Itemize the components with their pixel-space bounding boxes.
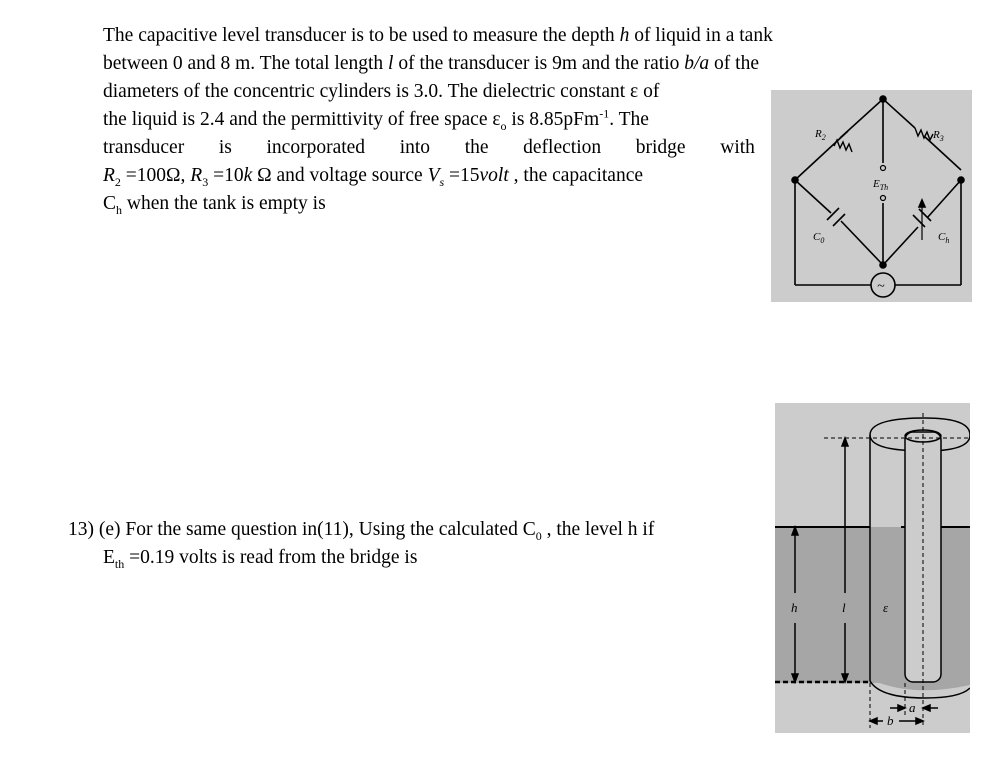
- bridge-wires: [794, 98, 962, 286]
- resistor-r3: [914, 127, 934, 142]
- label-epsilon: ε: [883, 600, 889, 615]
- label-r3: R3: [932, 129, 944, 143]
- label-eth: ETh: [872, 178, 888, 192]
- q12-line-1: The capacitive level transducer is to be…: [103, 25, 773, 46]
- label-source: ~: [877, 279, 885, 294]
- bridge-circuit-diagram: R2 R3 ETh C0 Ch ~: [771, 90, 972, 302]
- terminal-top: [879, 164, 887, 172]
- label-b: b: [887, 713, 894, 728]
- label-a: a: [909, 700, 916, 715]
- dimension-b: [868, 716, 925, 726]
- q13-line-1: 13) (e) For the same question in(11), Us…: [68, 519, 655, 543]
- capacitor-ch-variable: [912, 197, 932, 240]
- capacitive-tank-diagram: h l ε a b: [775, 403, 971, 733]
- q13-line-2: Eth =0.19 volts is read from the bridge …: [103, 547, 418, 571]
- label-r2: R2: [814, 128, 826, 142]
- question-13-text: 13) (e) For the same question in(11), Us…: [68, 516, 768, 572]
- label-l: l: [842, 600, 846, 615]
- terminal-bottom: [879, 194, 887, 202]
- label-ch: Ch: [938, 231, 949, 245]
- q12-line-5: transducer is incorporated into the deflectio…: [103, 137, 755, 158]
- label-c0: C0: [813, 231, 824, 245]
- resistor-r2: [833, 138, 853, 153]
- q12-line-2: between 0 and 8 m. The total length l of…: [103, 53, 759, 74]
- label-h: h: [791, 600, 798, 615]
